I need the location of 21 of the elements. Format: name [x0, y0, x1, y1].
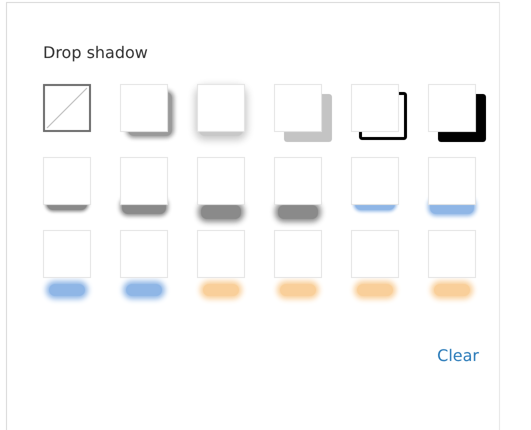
shadow-swatch[interactable]: [351, 84, 399, 132]
panel-title: Drop shadow: [43, 43, 148, 62]
shadow-swatch[interactable]: [274, 84, 322, 132]
no-shadow-swatch[interactable]: [43, 84, 91, 132]
shadow-swatch[interactable]: [274, 157, 322, 205]
shadow-swatch[interactable]: [428, 230, 476, 278]
shadow-swatch[interactable]: [351, 230, 399, 278]
shadow-swatch[interactable]: [197, 157, 245, 205]
shadow-swatch[interactable]: [43, 230, 91, 278]
shadow-swatch[interactable]: [351, 157, 399, 205]
shadow-swatch[interactable]: [120, 230, 168, 278]
shadow-swatch[interactable]: [428, 157, 476, 205]
shadow-swatch[interactable]: [197, 230, 245, 278]
clear-link[interactable]: Clear: [437, 346, 479, 365]
shadow-swatch[interactable]: [120, 157, 168, 205]
shadow-swatch[interactable]: [120, 84, 168, 132]
shadow-swatch[interactable]: [428, 84, 476, 132]
shadow-swatch[interactable]: [197, 84, 245, 132]
diagonal-line-icon: [45, 86, 89, 130]
shadow-swatch[interactable]: [43, 157, 91, 205]
shadow-swatch[interactable]: [274, 230, 322, 278]
